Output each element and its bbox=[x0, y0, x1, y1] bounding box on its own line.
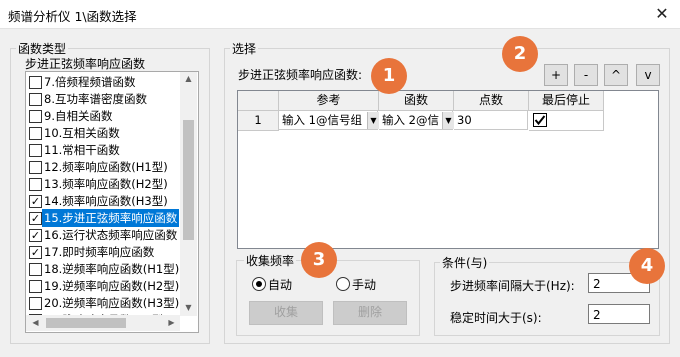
list-item[interactable]: 13.频率响应函数(H2型) bbox=[26, 175, 184, 193]
checkbox-checked-icon[interactable]: ✓ bbox=[29, 229, 42, 242]
column-header-reference: 参考 bbox=[279, 91, 379, 111]
last-stop-cell[interactable] bbox=[529, 111, 604, 131]
reference-cell[interactable]: 输入 1@信号组 bbox=[279, 111, 378, 130]
move-down-button[interactable]: v bbox=[636, 64, 660, 86]
row-index: 1 bbox=[238, 111, 279, 131]
close-icon[interactable]: ✕ bbox=[648, 1, 676, 27]
checkbox-icon[interactable] bbox=[29, 144, 42, 157]
list-item-label: 19.逆频率响应函数(H2型) bbox=[44, 279, 180, 293]
scroll-up-icon[interactable]: ▲ bbox=[180, 74, 197, 83]
table-corner-header bbox=[238, 91, 279, 111]
list-item-label: 18.逆频率响应函数(H1型) bbox=[44, 262, 180, 276]
callout-badge-1: 1 bbox=[371, 58, 407, 94]
list-item-label: 14.频率响应函数(H3型) bbox=[44, 194, 168, 208]
list-item[interactable]: 8.互功率谱密度函数 bbox=[26, 90, 184, 108]
list-item-label: 20.逆频率响应函数(H3型) bbox=[44, 296, 180, 310]
list-item[interactable]: 12.频率响应函数(H1型) bbox=[26, 158, 184, 176]
list-item[interactable]: 9.自相关函数 bbox=[26, 107, 184, 125]
list-item-label: 8.互功率谱密度函数 bbox=[44, 92, 147, 106]
list-item[interactable]: 7.倍频程频谱函数 bbox=[26, 73, 184, 91]
list-item[interactable]: 11.常相干函数 bbox=[26, 141, 184, 159]
function-dropdown-icon[interactable]: ▼ bbox=[442, 112, 454, 129]
checkbox-icon[interactable] bbox=[29, 178, 42, 191]
vertical-scroll-thumb[interactable] bbox=[183, 120, 194, 240]
checkbox-icon[interactable] bbox=[29, 93, 42, 106]
checkbox-checked-icon[interactable]: ✓ bbox=[29, 212, 42, 225]
checkbox-icon[interactable] bbox=[29, 161, 42, 174]
list-item[interactable]: 10.互相关函数 bbox=[26, 124, 184, 142]
title-bar: 频谱分析仪 1\函数选择 ✕ bbox=[0, 0, 680, 29]
checkbox-icon[interactable] bbox=[29, 263, 42, 276]
callout-badge-3: 3 bbox=[301, 242, 337, 278]
list-item[interactable]: 20.逆频率响应函数(H3型) bbox=[26, 294, 184, 312]
scroll-left-icon[interactable]: ◀ bbox=[27, 318, 44, 327]
checkbox-checked-icon[interactable]: ✓ bbox=[29, 246, 42, 259]
auto-radio[interactable] bbox=[252, 277, 266, 291]
step-interval-label: 步进频率间隔大于(Hz): bbox=[450, 279, 575, 293]
scroll-down-icon[interactable]: ▼ bbox=[180, 303, 197, 312]
list-item-label: 9.自相关函数 bbox=[44, 109, 113, 123]
checkbox-icon[interactable] bbox=[29, 127, 42, 140]
window-title: 频谱分析仪 1\函数选择 bbox=[8, 9, 137, 24]
list-item[interactable]: ✓ 15.步进正弦频率响应函数 bbox=[26, 209, 184, 227]
list-item-label: 13.频率响应函数(H2型) bbox=[44, 177, 168, 191]
settle-time-label: 稳定时间大于(s): bbox=[450, 311, 542, 325]
list-item-label: 16.运行状态频率响应函数 bbox=[44, 228, 178, 242]
checkbox-icon[interactable] bbox=[29, 76, 42, 89]
checkbox-icon[interactable] bbox=[29, 110, 42, 123]
delete-button[interactable]: 删除 bbox=[333, 301, 407, 325]
column-header-points: 点数 bbox=[454, 91, 529, 111]
remove-button[interactable]: - bbox=[574, 64, 598, 86]
list-item[interactable]: ✓ 16.运行状态频率响应函数 bbox=[26, 226, 184, 244]
selection-heading: 步进正弦频率响应函数: bbox=[238, 68, 363, 82]
auto-radio-label: 自动 bbox=[268, 278, 293, 292]
settle-time-input[interactable]: 2 bbox=[588, 304, 650, 324]
callout-badge-4: 4 bbox=[629, 248, 665, 284]
column-header-last-stop: 最后停止 bbox=[529, 91, 604, 111]
collect-button[interactable]: 收集 bbox=[249, 301, 323, 325]
list-item[interactable]: 19.逆频率响应函数(H2型) bbox=[26, 277, 184, 295]
list-item-label: 10.互相关函数 bbox=[44, 126, 120, 140]
list-item-label: 12.频率响应函数(H1型) bbox=[44, 160, 168, 174]
manual-radio-label: 手动 bbox=[352, 278, 377, 292]
list-item-label: 15.步进正弦频率响应函数 bbox=[42, 209, 180, 227]
scroll-right-icon[interactable]: ▶ bbox=[163, 318, 180, 327]
list-item-label: 7.倍频程频谱函数 bbox=[44, 75, 136, 89]
list-item[interactable]: ✓ 17.即时频率响应函数 bbox=[26, 243, 184, 261]
conditions-group-label: 条件(与) bbox=[440, 254, 490, 271]
checkbox-icon[interactable] bbox=[29, 297, 42, 310]
column-header-function: 函数 bbox=[379, 91, 454, 111]
collect-frequency-group-label: 收集频率 bbox=[244, 252, 297, 269]
checkbox-icon[interactable] bbox=[29, 280, 42, 293]
horizontal-scroll-thumb[interactable] bbox=[46, 318, 126, 328]
reference-dropdown-icon[interactable]: ▼ bbox=[367, 112, 379, 129]
list-item[interactable]: ✓ 14.频率响应函数(H3型) bbox=[26, 192, 184, 210]
list-item-label: 17.即时频率响应函数 bbox=[44, 245, 155, 259]
list-item-label: 11.常相干函数 bbox=[44, 143, 120, 157]
list-item[interactable]: 18.逆频率响应函数(H1型) bbox=[26, 260, 184, 278]
manual-radio[interactable] bbox=[336, 277, 350, 291]
checkbox-checked-icon[interactable]: ✓ bbox=[29, 195, 42, 208]
add-button[interactable]: + bbox=[544, 64, 568, 86]
selection-group-label: 选择 bbox=[230, 40, 259, 57]
checkbox-checked-icon[interactable] bbox=[533, 113, 547, 127]
move-up-button[interactable]: ^ bbox=[604, 64, 628, 86]
selected-function-label: 步进正弦频率响应函数 bbox=[25, 57, 146, 71]
points-cell[interactable]: 30 bbox=[454, 111, 528, 130]
function-table: 参考 函数 点数 最后停止 1 输入 1@信号组 ▼ 输入 2@信 ▼ 30 bbox=[237, 90, 659, 249]
callout-badge-2: 2 bbox=[502, 36, 538, 72]
function-listbox[interactable]: 7.倍频程频谱函数 8.互功率谱密度函数 9.自相关函数 10.互相关函数 11.常相干… bbox=[25, 71, 199, 333]
